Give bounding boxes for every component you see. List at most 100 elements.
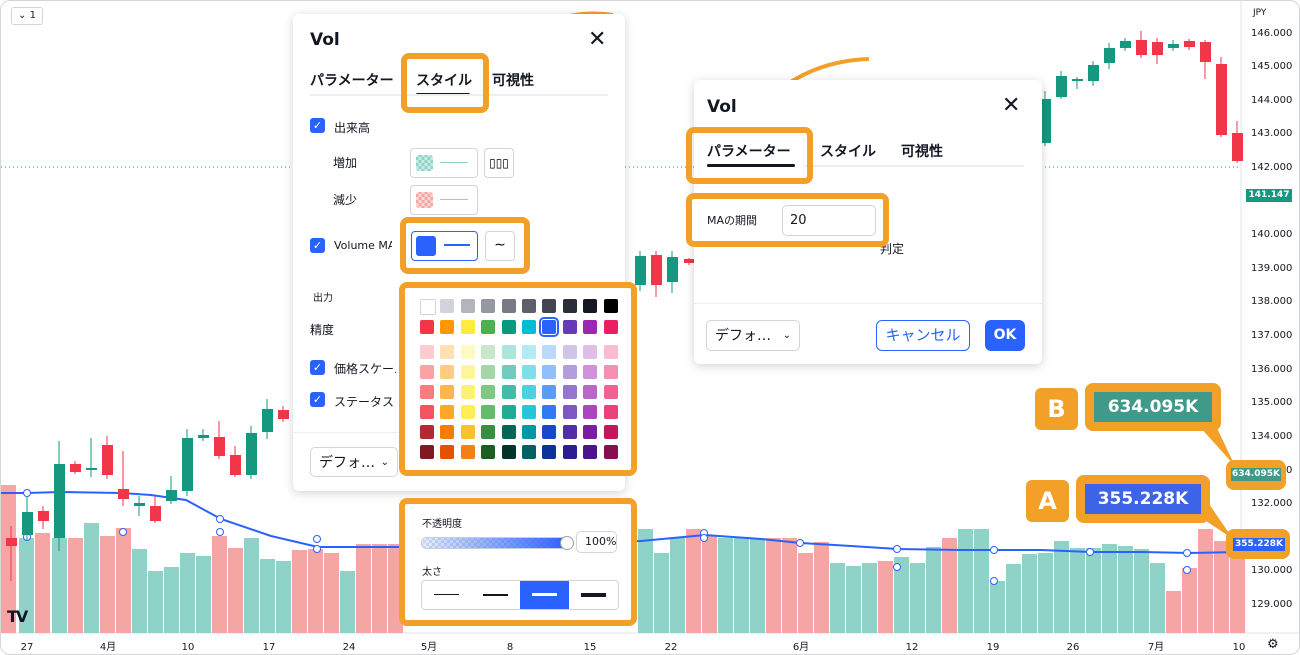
color-swatch[interactable] <box>481 365 496 379</box>
thickness-2-option[interactable] <box>471 581 520 609</box>
volume-checkbox[interactable]: ✓ <box>310 118 325 133</box>
color-palette[interactable] <box>410 293 626 465</box>
color-swatch[interactable] <box>440 320 455 334</box>
color-swatch[interactable] <box>420 299 436 315</box>
color-swatch[interactable] <box>420 365 434 379</box>
price-chart[interactable]: 146.000 145.000 144.000 143.000 142.000 140.0… <box>1 1 1300 655</box>
color-swatch[interactable] <box>440 299 455 313</box>
bar-chart-icon[interactable]: ▯▯▯ <box>484 148 514 178</box>
tab-style[interactable]: スタイル <box>820 141 876 161</box>
thickness-1-option[interactable] <box>422 581 471 609</box>
color-swatch[interactable] <box>501 365 516 379</box>
color-swatch[interactable] <box>603 425 618 439</box>
tab-visibility[interactable]: 可視性 <box>901 141 943 161</box>
color-swatch[interactable] <box>583 320 598 334</box>
color-swatch[interactable] <box>542 425 557 439</box>
color-swatch[interactable] <box>603 345 618 359</box>
color-swatch[interactable] <box>562 299 577 313</box>
color-swatch[interactable] <box>522 299 536 313</box>
color-swatch[interactable] <box>562 365 577 379</box>
gear-icon[interactable]: ⚙ <box>1267 637 1279 652</box>
color-swatch[interactable] <box>501 445 516 459</box>
color-swatch[interactable] <box>501 345 516 359</box>
color-swatch[interactable] <box>603 405 618 419</box>
color-swatch[interactable] <box>562 345 577 359</box>
color-swatch[interactable] <box>501 320 516 334</box>
color-swatch[interactable] <box>583 345 598 359</box>
color-swatch[interactable] <box>481 345 496 359</box>
color-swatch[interactable] <box>583 299 598 313</box>
color-swatch[interactable] <box>603 385 618 399</box>
status-checkbox[interactable]: ✓ <box>310 392 325 407</box>
color-swatch[interactable] <box>460 385 475 399</box>
color-swatch[interactable] <box>440 425 455 439</box>
color-swatch[interactable] <box>481 445 496 459</box>
color-swatch[interactable] <box>460 445 475 459</box>
color-swatch[interactable] <box>460 345 475 359</box>
color-swatch[interactable] <box>542 365 557 379</box>
color-swatch[interactable] <box>542 445 557 459</box>
color-swatch[interactable] <box>562 445 577 459</box>
color-swatch[interactable] <box>460 405 475 419</box>
color-swatch[interactable] <box>542 385 557 399</box>
volume-ma-checkbox[interactable]: ✓ <box>310 238 325 253</box>
color-swatch[interactable] <box>522 425 536 439</box>
color-swatch[interactable] <box>522 445 536 459</box>
color-swatch[interactable] <box>562 385 577 399</box>
ok-button[interactable]: OK <box>985 320 1025 351</box>
color-swatch[interactable] <box>522 385 536 399</box>
color-swatch[interactable] <box>481 299 496 313</box>
color-swatch[interactable] <box>542 405 557 419</box>
color-swatch[interactable] <box>539 317 560 337</box>
color-swatch[interactable] <box>522 345 536 359</box>
color-swatch[interactable] <box>562 425 577 439</box>
color-swatch[interactable] <box>420 425 434 439</box>
color-swatch[interactable] <box>481 425 496 439</box>
color-swatch[interactable] <box>501 299 516 313</box>
color-swatch[interactable] <box>481 320 496 334</box>
color-swatch[interactable] <box>460 299 475 313</box>
color-swatch[interactable] <box>420 320 434 334</box>
color-swatch[interactable] <box>603 299 618 313</box>
color-swatch[interactable] <box>460 320 475 334</box>
color-swatch[interactable] <box>542 345 557 359</box>
color-swatch[interactable] <box>440 345 455 359</box>
cancel-button[interactable]: キャンセル <box>876 320 970 351</box>
curve-icon[interactable]: ∼ <box>485 231 515 261</box>
color-swatch[interactable] <box>522 320 536 334</box>
color-swatch[interactable] <box>460 365 475 379</box>
ma-period-input[interactable]: 20 <box>782 205 876 236</box>
color-swatch[interactable] <box>603 445 618 459</box>
color-swatch[interactable] <box>420 345 434 359</box>
tab-visibility[interactable]: 可視性 <box>492 70 534 90</box>
color-swatch[interactable] <box>481 405 496 419</box>
color-swatch[interactable] <box>603 365 618 379</box>
close-icon[interactable]: ✕ <box>1002 95 1020 117</box>
color-swatch[interactable] <box>501 405 516 419</box>
ma-color-swatch[interactable] <box>411 231 478 261</box>
defaults-dropdown[interactable]: デフォ… ⌄ <box>706 320 800 351</box>
opacity-slider-handle[interactable] <box>560 536 574 550</box>
color-swatch[interactable] <box>583 425 598 439</box>
opacity-slider[interactable] <box>421 537 569 549</box>
color-swatch[interactable] <box>440 405 455 419</box>
color-swatch[interactable] <box>542 299 557 313</box>
color-swatch[interactable] <box>440 385 455 399</box>
color-swatch[interactable] <box>420 405 434 419</box>
opacity-value-field[interactable]: 100% <box>576 531 617 553</box>
color-swatch[interactable] <box>603 320 618 334</box>
color-swatch[interactable] <box>440 445 455 459</box>
color-swatch[interactable] <box>501 385 516 399</box>
color-swatch[interactable] <box>522 365 536 379</box>
color-swatch[interactable] <box>562 320 577 334</box>
color-swatch[interactable] <box>562 405 577 419</box>
decrease-color-swatch[interactable] <box>410 185 478 215</box>
color-swatch[interactable] <box>522 405 536 419</box>
color-swatch[interactable] <box>420 385 434 399</box>
increase-color-swatch[interactable] <box>410 148 478 178</box>
thickness-3-option[interactable] <box>520 581 569 609</box>
price-scale-checkbox[interactable]: ✓ <box>310 360 325 375</box>
close-icon[interactable]: ✕ <box>588 29 606 51</box>
color-swatch[interactable] <box>583 405 598 419</box>
tab-parameters[interactable]: パラメーター <box>310 70 394 90</box>
